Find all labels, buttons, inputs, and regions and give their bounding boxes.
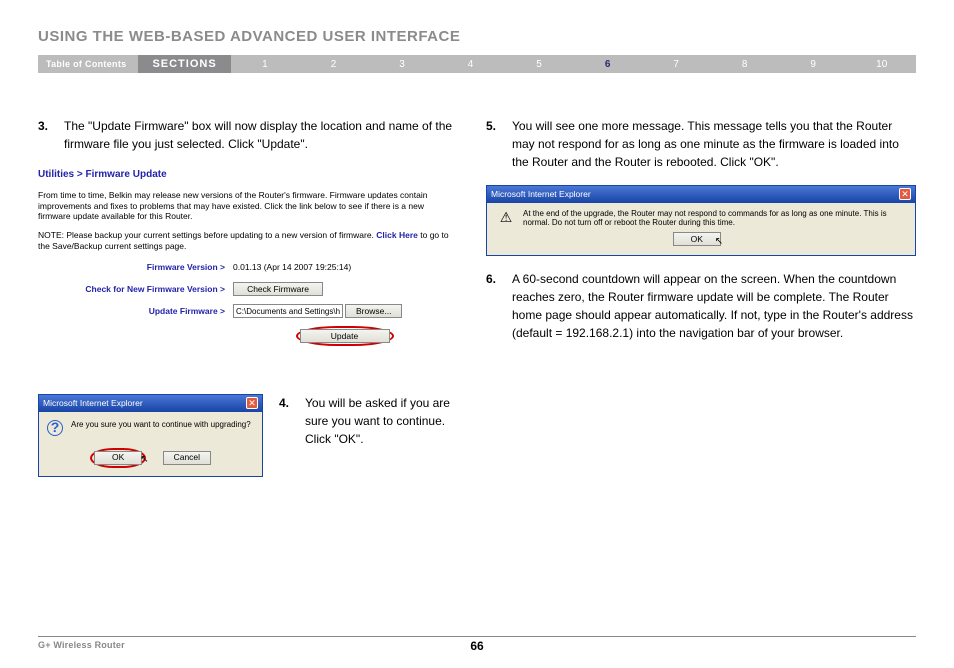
confirm-ok-button[interactable]: OK	[94, 451, 142, 465]
firmware-version-label: Firmware Version >	[38, 261, 233, 274]
panel-breadcrumb: Utilities > Firmware Update	[38, 167, 456, 182]
nav-item-5[interactable]: 5	[505, 59, 574, 70]
nav-item-1[interactable]: 1	[231, 59, 300, 70]
warn-ok-button[interactable]: OK	[673, 232, 721, 246]
confirm-dialog-text: Are you sure you want to continue with u…	[71, 420, 251, 430]
save-backup-link[interactable]: Click Here	[376, 230, 418, 240]
browse-button[interactable]: Browse...	[345, 304, 402, 318]
confirm-dialog-title: Microsoft Internet Explorer	[43, 397, 143, 410]
step-4-number: 4.	[279, 394, 297, 463]
right-column: 5. You will see one more message. This m…	[486, 117, 916, 477]
nav-item-7[interactable]: 7	[642, 59, 711, 70]
check-firmware-button[interactable]: Check Firmware	[233, 282, 323, 296]
update-button-highlight: Update	[296, 326, 394, 346]
nav-bar: Table of Contents SECTIONS 1 2 3 4 5 6 7…	[38, 55, 916, 73]
nav-item-2[interactable]: 2	[299, 59, 368, 70]
product-name: G+ Wireless Router	[38, 640, 125, 650]
confirm-dialog: Microsoft Internet Explorer ✕ ? Are you …	[38, 394, 263, 477]
close-icon[interactable]: ✕	[899, 188, 911, 200]
step-6-text: A 60-second countdown will appear on the…	[512, 270, 916, 342]
step-4-text: You will be asked if you are sure you wa…	[305, 394, 456, 463]
update-firmware-label: Update Firmware >	[38, 305, 233, 318]
panel-note-prefix: NOTE: Please backup your current setting…	[38, 230, 374, 240]
step-3-number: 3.	[38, 117, 56, 153]
nav-item-9[interactable]: 9	[779, 59, 848, 70]
firmware-path-input[interactable]: C:\Documents and Settings\h	[233, 304, 343, 318]
step-3: 3. The "Update Firmware" box will now di…	[38, 117, 456, 153]
step-5: 5. You will see one more message. This m…	[486, 117, 916, 171]
warning-icon: ⚠	[497, 209, 515, 227]
warn-dialog-text: At the end of the upgrade, the Router ma…	[523, 209, 905, 228]
step-5-text: You will see one more message. This mess…	[512, 117, 916, 171]
nav-item-10[interactable]: 10	[847, 59, 916, 70]
footer: G+ Wireless Router 66	[38, 636, 916, 650]
left-column: 3. The "Update Firmware" box will now di…	[38, 117, 456, 477]
panel-intro: From time to time, Belkin may release ne…	[38, 190, 456, 222]
ok-button-highlight: OK	[90, 448, 146, 468]
nav-sections-label: SECTIONS	[138, 55, 230, 73]
step-6: 6. A 60-second countdown will appear on …	[486, 270, 916, 342]
nav-item-6[interactable]: 6	[573, 59, 642, 70]
nav-item-3[interactable]: 3	[368, 59, 437, 70]
page-number: 66	[470, 639, 483, 653]
nav-item-8[interactable]: 8	[710, 59, 779, 70]
step-3-text: The "Update Firmware" box will now displ…	[64, 117, 456, 153]
nav-item-4[interactable]: 4	[436, 59, 505, 70]
confirm-cancel-button[interactable]: Cancel	[163, 451, 211, 465]
step-4: 4. You will be asked if you are sure you…	[279, 394, 456, 463]
nav-toc[interactable]: Table of Contents	[38, 59, 138, 69]
warn-dialog-title: Microsoft Internet Explorer	[491, 188, 591, 201]
panel-note: NOTE: Please backup your current setting…	[38, 230, 456, 251]
step-5-number: 5.	[486, 117, 504, 171]
check-firmware-label: Check for New Firmware Version >	[38, 283, 233, 296]
warn-dialog: Microsoft Internet Explorer ✕ ⚠ At the e…	[486, 185, 916, 256]
question-icon: ?	[47, 420, 63, 436]
update-button[interactable]: Update	[300, 329, 390, 343]
page-title: USING THE WEB-BASED ADVANCED USER INTERF…	[38, 28, 916, 45]
firmware-version-value: 0.01.13 (Apr 14 2007 19:25:14)	[233, 261, 351, 274]
close-icon[interactable]: ✕	[246, 397, 258, 409]
step-6-number: 6.	[486, 270, 504, 342]
firmware-update-panel: Utilities > Firmware Update From time to…	[38, 167, 456, 346]
